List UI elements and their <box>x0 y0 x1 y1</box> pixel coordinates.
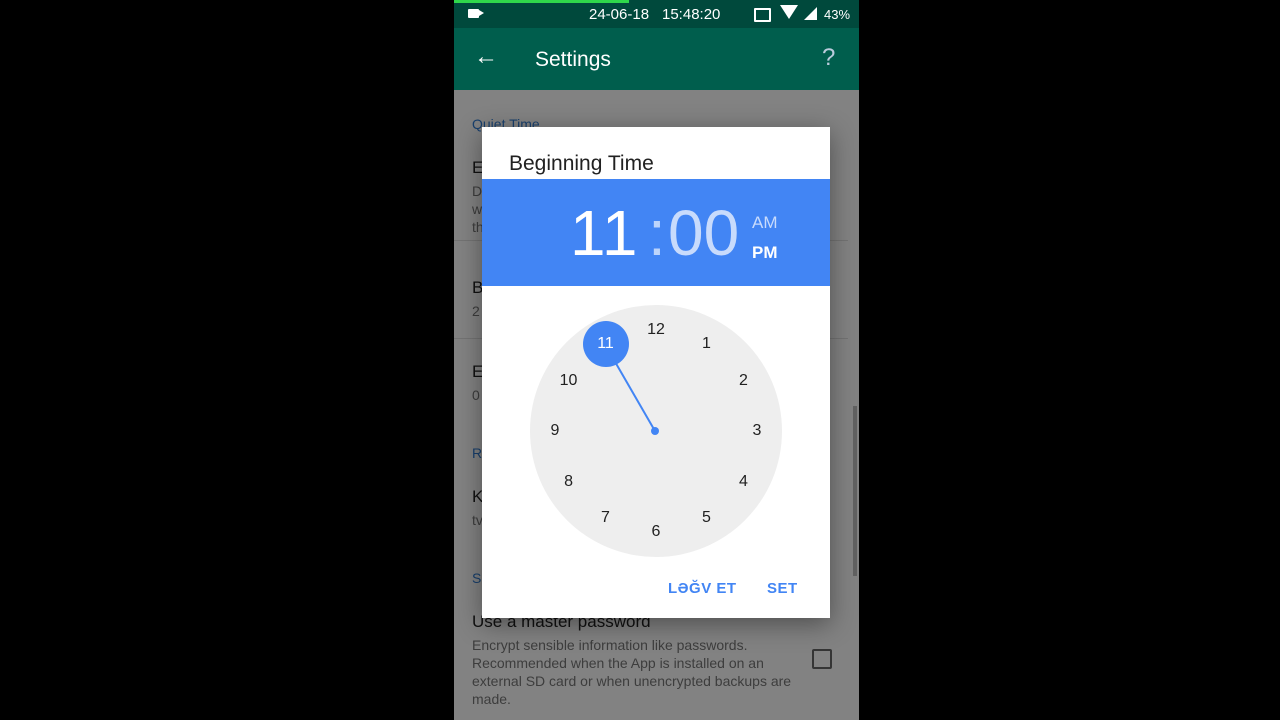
battery-level: 43% <box>824 7 851 22</box>
set-button[interactable]: SET <box>767 580 798 597</box>
clock-number-3[interactable]: 3 <box>742 421 772 441</box>
clock-number-7[interactable]: 7 <box>591 508 621 528</box>
minute-display[interactable]: 00 <box>668 197 739 269</box>
recording-progress-bar <box>454 0 629 3</box>
status-time: 15:48:20 <box>662 6 721 23</box>
cast-icon <box>754 8 771 22</box>
clock-number-11[interactable]: 11 <box>591 334 621 354</box>
phone-screen: 24-06-18 15:48:20 43% ← Settings ? Quiet… <box>454 0 859 720</box>
page-title: Settings <box>535 48 611 71</box>
am-toggle[interactable]: AM <box>752 213 778 233</box>
clock-number-1[interactable]: 1 <box>692 334 722 354</box>
status-date: 24-06-18 <box>589 6 650 23</box>
clock-center-dot <box>651 427 659 435</box>
arrow-left-icon[interactable]: ← <box>474 45 498 69</box>
cancel-button[interactable]: LƏĞV ET <box>668 580 737 597</box>
wifi-icon <box>780 5 798 19</box>
clock-number-6[interactable]: 6 <box>641 522 671 542</box>
video-camera-icon <box>468 9 484 18</box>
time-picker-dialog: Beginning Time 11 : 00 AM PM 12 1 2 3 4 5 6 7 8 9… <box>482 127 830 618</box>
time-header: 11 : 00 AM PM <box>482 179 830 286</box>
dialog-title: Beginning Time <box>509 152 654 175</box>
question-mark-icon[interactable]: ? <box>822 44 835 72</box>
signal-icon <box>804 7 817 20</box>
clock-number-5[interactable]: 5 <box>692 508 722 528</box>
time-separator: : <box>648 197 666 269</box>
clock-number-4[interactable]: 4 <box>728 472 758 492</box>
clock-dial[interactable]: 12 1 2 3 4 5 6 7 8 9 10 11 <box>530 305 782 557</box>
clock-number-12[interactable]: 12 <box>641 320 671 340</box>
clock-number-9[interactable]: 9 <box>540 421 570 441</box>
clock-number-8[interactable]: 8 <box>554 472 584 492</box>
clock-number-2[interactable]: 2 <box>728 371 758 391</box>
pm-toggle[interactable]: PM <box>752 243 778 263</box>
hour-display[interactable]: 11 <box>570 197 638 269</box>
clock-number-10[interactable]: 10 <box>554 371 584 391</box>
app-toolbar: ← Settings ? <box>454 28 859 90</box>
status-bar: 24-06-18 15:48:20 43% <box>454 0 859 28</box>
